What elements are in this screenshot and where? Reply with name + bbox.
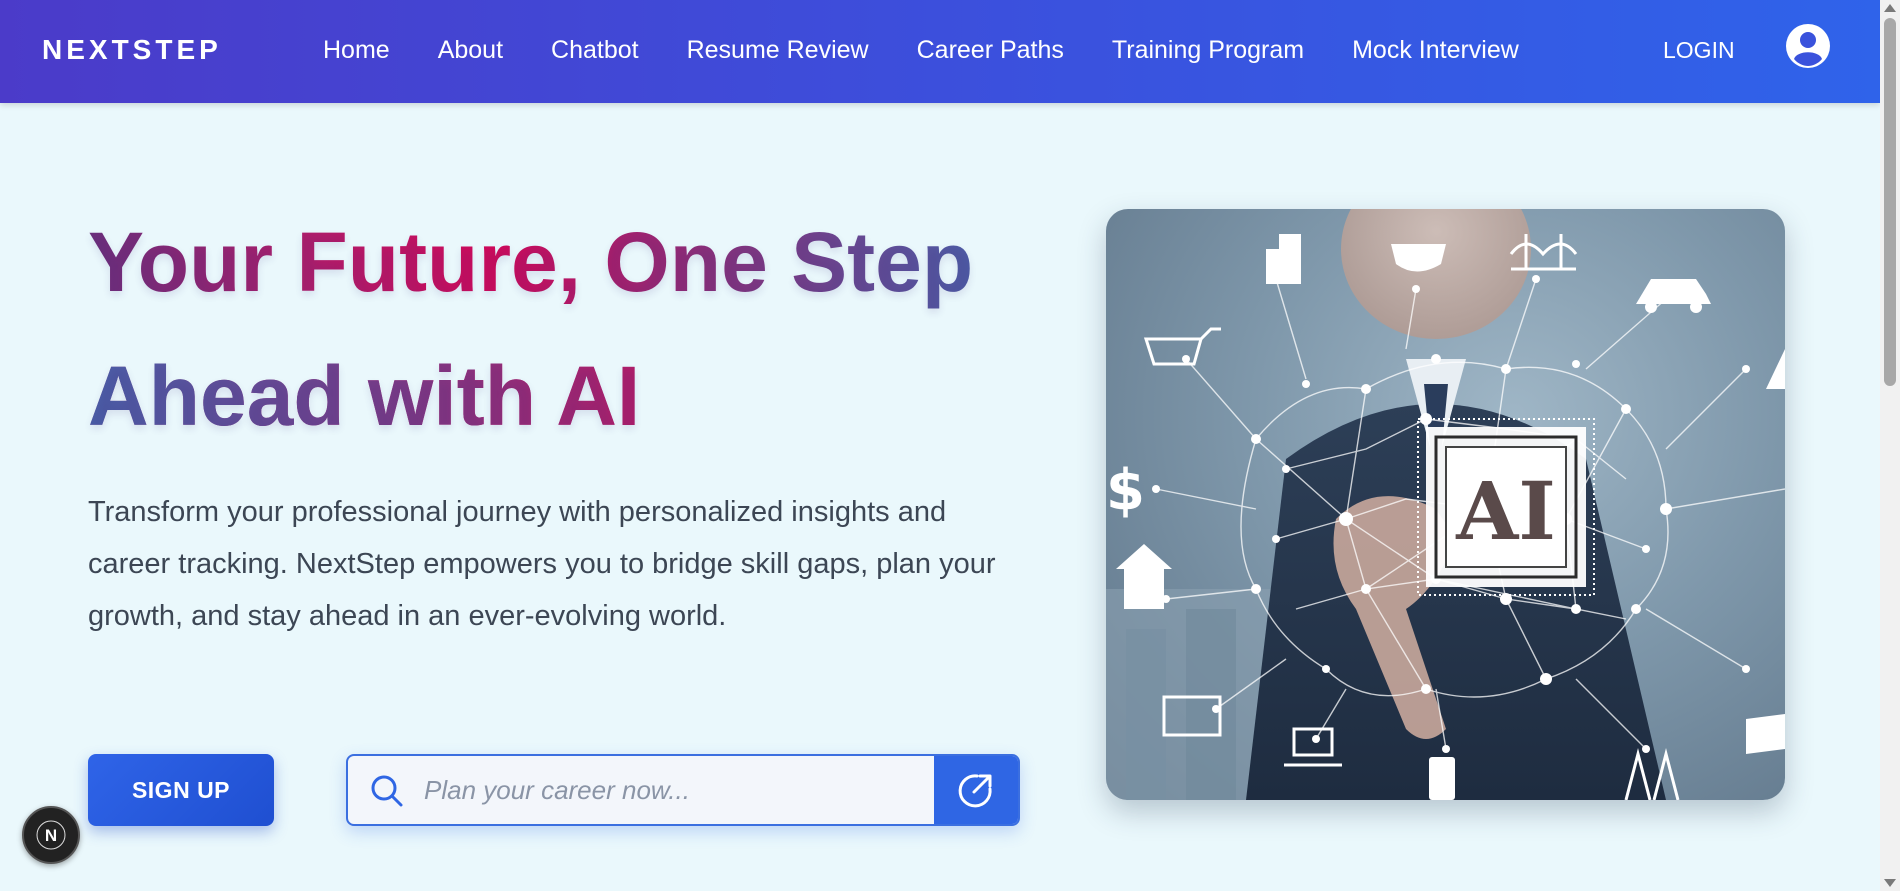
nav-link-training-program[interactable]: Training Program — [1112, 36, 1304, 65]
nav-link-mock-interview[interactable]: Mock Interview — [1352, 36, 1519, 65]
car-icon — [1636, 279, 1711, 313]
building-icon — [1266, 234, 1301, 284]
career-search-input[interactable] — [424, 756, 924, 824]
nav-link-about[interactable]: About — [438, 36, 503, 65]
nav-link-chatbot[interactable]: Chatbot — [551, 36, 639, 65]
user-circle-icon[interactable] — [1785, 23, 1831, 69]
scrollbar-thumb[interactable] — [1884, 18, 1896, 386]
nav-link-resume-review[interactable]: Resume Review — [687, 36, 869, 65]
hero-headline-line-2: Ahead with AI — [88, 329, 988, 463]
hero-headline-line-1: Your Future, One Step — [88, 215, 974, 309]
road-icon — [1766, 349, 1785, 389]
home-icon — [1116, 544, 1172, 609]
nav-link-home[interactable]: Home — [323, 36, 390, 65]
brand-logo[interactable]: NEXTSTEP — [42, 34, 222, 66]
top-navbar: NEXTSTEP Home About Chatbot Resume Revie… — [0, 0, 1880, 103]
dollar-icon: $ — [1106, 458, 1145, 523]
external-link-icon — [958, 774, 992, 808]
page-scrollbar[interactable] — [1880, 0, 1900, 891]
solar-panel-icon — [1746, 714, 1785, 754]
career-search-box — [346, 754, 1020, 826]
phone-icon — [1429, 757, 1455, 800]
scroll-down-arrow-icon[interactable] — [1884, 879, 1896, 887]
login-link[interactable]: LOGIN — [1663, 37, 1735, 64]
framework-dev-badge[interactable]: N — [22, 806, 80, 864]
hero-headline: Your Future, One Step Ahead with AI — [88, 195, 988, 463]
n-logo-icon: N — [36, 820, 66, 850]
signup-button[interactable]: SIGN UP — [88, 754, 274, 826]
search-submit-button[interactable] — [934, 756, 1018, 824]
badge-label: N — [45, 826, 57, 845]
chip-ai-label: AI — [1455, 464, 1556, 558]
nav-link-career-paths[interactable]: Career Paths — [917, 36, 1064, 65]
nav-links: Home About Chatbot Resume Review Career … — [323, 36, 1567, 65]
search-icon — [371, 775, 403, 807]
hero-ai-illustration: AI $ — [1106, 209, 1785, 800]
hero-description: Transform your professional journey with… — [88, 496, 996, 632]
scroll-up-arrow-icon[interactable] — [1884, 4, 1896, 12]
